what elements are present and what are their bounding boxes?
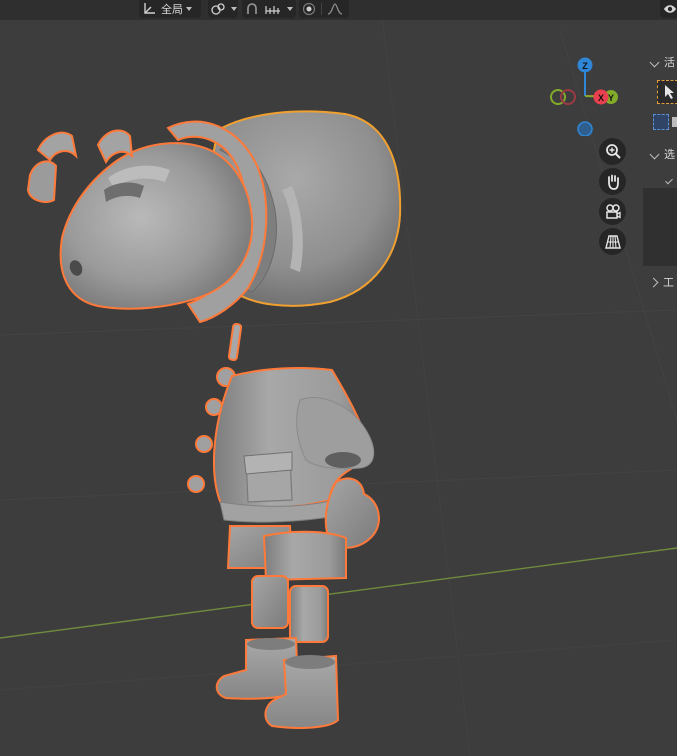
- viewport-header: 全局: [0, 0, 677, 20]
- gizmo-x-label: X: [598, 93, 604, 103]
- perspective-toggle-button[interactable]: [599, 228, 626, 255]
- gizmo-neg-z[interactable]: [577, 121, 593, 137]
- leg-right[interactable]: [289, 585, 329, 643]
- visibility-icon: [660, 0, 677, 18]
- boot-right-top: [285, 655, 335, 669]
- neck-rod[interactable]: [227, 323, 243, 361]
- chevron-down-icon: [665, 176, 673, 184]
- proportional-editing-icon[interactable]: [299, 0, 319, 18]
- ear-left-lower[interactable]: [26, 160, 58, 203]
- panel-active-tool-header[interactable]: 活: [643, 54, 677, 70]
- chevron-down-icon: [649, 57, 660, 67]
- panel-tool-label: 工: [663, 276, 674, 289]
- gizmo-z-label: Z: [582, 61, 588, 71]
- panel-tool-header[interactable]: 工: [643, 274, 677, 290]
- pivot-point-icon: [208, 0, 228, 18]
- camera-view-button[interactable]: [599, 198, 626, 225]
- perspective-grid-icon: [604, 234, 621, 249]
- zoom-button[interactable]: [599, 138, 626, 165]
- chevron-down-icon: [649, 149, 660, 159]
- transform-orientation-icon: [139, 0, 159, 18]
- transform-orientation-label: 全局: [161, 3, 183, 16]
- pocket-flap: [243, 451, 293, 475]
- subpanel-header[interactable]: [643, 172, 677, 188]
- pan-button[interactable]: [599, 168, 626, 195]
- camera-view-icon: [605, 203, 621, 219]
- shorts-right[interactable]: [262, 530, 347, 582]
- sidebar-panel: 活 选 工: [643, 48, 677, 298]
- proportional-editing-group[interactable]: [299, 0, 349, 18]
- navigation-gizmo[interactable]: Z X Y: [546, 54, 626, 137]
- panel-selection-label: 选: [664, 148, 675, 161]
- panel-active-tool-label: 活: [664, 56, 675, 69]
- selection-panel-body: [643, 188, 677, 266]
- snap-increment-icon[interactable]: [262, 0, 284, 18]
- chevron-down-icon: [287, 7, 293, 11]
- proportional-falloff-icon[interactable]: [324, 0, 346, 18]
- visibility-dropdown[interactable]: [660, 0, 677, 18]
- leg-left[interactable]: [251, 575, 289, 629]
- gizmo-neg-x[interactable]: [560, 89, 576, 105]
- snap-icon[interactable]: [242, 0, 262, 18]
- box-select-mode-icon[interactable]: [672, 117, 677, 127]
- 3d-viewport[interactable]: 全局 Z X Y 活 选 工: [0, 0, 677, 756]
- pivot-point-dropdown[interactable]: [208, 0, 238, 18]
- cursor-arrow-icon: [665, 85, 674, 99]
- sleeve-opening: [325, 452, 361, 468]
- snap-group[interactable]: [242, 0, 296, 18]
- box-select-icon[interactable]: [653, 114, 669, 130]
- chevron-down-icon: [231, 7, 237, 11]
- chevron-right-icon: [648, 277, 659, 287]
- gizmo-y-label: Y: [608, 93, 614, 103]
- transform-orientation-dropdown[interactable]: 全局: [139, 0, 201, 18]
- ear-left[interactable]: [36, 131, 78, 162]
- pan-hand-icon: [607, 174, 619, 190]
- boot-left-top: [247, 638, 295, 650]
- panel-selection-header[interactable]: 选: [643, 146, 677, 162]
- select-tool-button[interactable]: [657, 80, 677, 104]
- chevron-down-icon: [186, 7, 192, 11]
- zoom-icon: [605, 143, 621, 159]
